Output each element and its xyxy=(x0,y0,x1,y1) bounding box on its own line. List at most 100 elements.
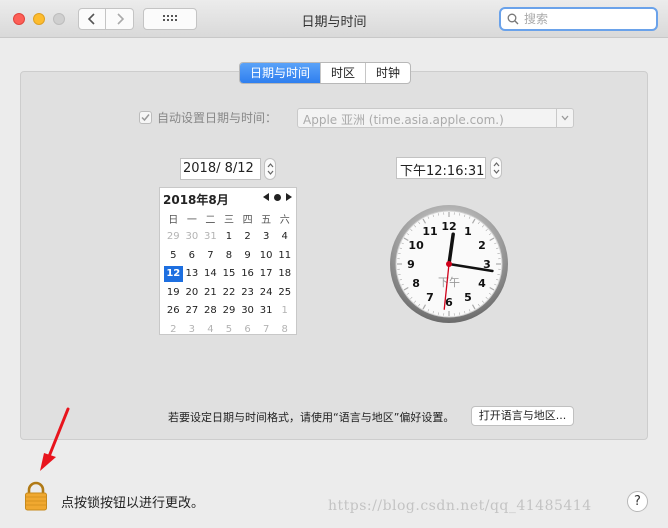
calendar-day[interactable]: 8 xyxy=(275,322,294,338)
calendar-day[interactable]: 28 xyxy=(201,303,220,319)
select-arrow-icon xyxy=(556,109,573,127)
calendar-day[interactable]: 18 xyxy=(275,266,294,282)
zoom-window-button[interactable] xyxy=(53,13,65,25)
search-input[interactable] xyxy=(524,12,644,26)
weekday-label: 一 xyxy=(186,215,197,226)
calendar-day[interactable]: 31 xyxy=(201,229,220,245)
title-bar: 日期与时间 xyxy=(0,0,668,38)
time-field[interactable]: 下午12:16:31 xyxy=(396,157,486,179)
minimize-window-button[interactable] xyxy=(33,13,45,25)
chevron-left-icon xyxy=(87,13,95,25)
clock-number: 7 xyxy=(426,291,434,304)
calendar-day[interactable]: 15 xyxy=(220,266,239,282)
forward-button[interactable] xyxy=(106,8,134,30)
next-month-icon[interactable] xyxy=(286,193,292,201)
calendar-day[interactable]: 23 xyxy=(238,285,257,301)
calendar-day[interactable]: 6 xyxy=(183,248,202,264)
calendar-day[interactable]: 22 xyxy=(220,285,239,301)
time-stepper[interactable] xyxy=(490,157,502,179)
time-server-value: Apple 亚洲 (time.asia.apple.com.) xyxy=(303,113,504,127)
calendar-day[interactable]: 4 xyxy=(201,322,220,338)
calendar-day[interactable]: 5 xyxy=(220,322,239,338)
calendar-day[interactable]: 9 xyxy=(238,248,257,264)
search-box[interactable] xyxy=(499,7,658,31)
calendar-day[interactable]: 2 xyxy=(238,229,257,245)
lock-icon[interactable] xyxy=(24,481,48,511)
calendar-day[interactable]: 14 xyxy=(201,266,220,282)
weekday-label: 六 xyxy=(279,215,290,226)
calendar-day[interactable]: 8 xyxy=(220,248,239,264)
auto-set-row: 自动设置日期与时间： xyxy=(139,109,277,126)
calendar-day[interactable]: 12 xyxy=(164,266,183,282)
date-field[interactable]: 2018/ 8/12 xyxy=(180,158,261,180)
calendar-day[interactable]: 30 xyxy=(238,303,257,319)
tab-bar: 日期与时间 时区 时钟 xyxy=(239,62,412,84)
tab-clock[interactable]: 时钟 xyxy=(365,63,410,83)
calendar-day[interactable]: 13 xyxy=(183,266,202,282)
date-stepper[interactable] xyxy=(264,158,276,180)
chevron-right-icon xyxy=(116,13,124,25)
calendar-day[interactable]: 30 xyxy=(183,229,202,245)
back-button[interactable] xyxy=(78,8,106,30)
calendar-day[interactable]: 1 xyxy=(275,303,294,319)
calendar-day[interactable]: 27 xyxy=(183,303,202,319)
calendar-day[interactable]: 1 xyxy=(220,229,239,245)
calendar-day[interactable]: 29 xyxy=(220,303,239,319)
calendar-day[interactable]: 7 xyxy=(201,248,220,264)
calendar-day[interactable]: 19 xyxy=(164,285,183,301)
clock-number: 10 xyxy=(408,239,424,252)
search-icon xyxy=(507,13,519,25)
previous-month-icon[interactable] xyxy=(263,193,269,201)
calendar-day[interactable]: 3 xyxy=(257,229,276,245)
calendar-day[interactable]: 24 xyxy=(257,285,276,301)
clock-number: 12 xyxy=(441,220,456,233)
calendar-day[interactable]: 7 xyxy=(257,322,276,338)
auto-set-label: 自动设置日期与时间： xyxy=(157,111,278,125)
clock-number: 5 xyxy=(464,291,472,304)
weekday-label: 五 xyxy=(261,215,272,226)
clock-number: 11 xyxy=(422,225,437,238)
tab-time-zone[interactable]: 时区 xyxy=(320,63,365,83)
tab-date-time[interactable]: 日期与时间 xyxy=(240,63,321,83)
calendar-day[interactable]: 2 xyxy=(164,322,183,338)
calendar-weekdays: 日一二三四五六 xyxy=(164,211,294,226)
clock-number: 6 xyxy=(445,296,453,309)
checkmark-icon xyxy=(141,114,150,122)
annotation-arrow-icon xyxy=(40,407,70,471)
clock-center-pin xyxy=(446,261,452,267)
stepper-arrows-icon xyxy=(493,162,499,174)
show-all-button[interactable] xyxy=(143,8,197,30)
calendar-day[interactable]: 26 xyxy=(164,303,183,319)
clock-number: 4 xyxy=(478,277,486,290)
clock-number: 1 xyxy=(464,225,472,238)
analog-clock: 12 1234567891011 下午 xyxy=(390,205,508,323)
calendar-day[interactable]: 11 xyxy=(275,248,294,264)
clock-number: 9 xyxy=(407,258,415,271)
calendar-day[interactable]: 25 xyxy=(275,285,294,301)
grid-icon xyxy=(163,15,177,21)
calendar-day[interactable]: 4 xyxy=(275,229,294,245)
time-server-select[interactable]: Apple 亚洲 (time.asia.apple.com.) xyxy=(297,108,574,128)
calendar-day[interactable]: 5 xyxy=(164,248,183,264)
calendar-day[interactable]: 21 xyxy=(201,285,220,301)
clock-number: 8 xyxy=(412,277,420,290)
calendar-day[interactable]: 20 xyxy=(183,285,202,301)
help-button[interactable]: ? xyxy=(627,491,648,512)
open-language-region-button[interactable]: 打开语言与地区... xyxy=(471,406,574,426)
today-dot-icon[interactable] xyxy=(274,193,281,201)
auto-set-checkbox[interactable] xyxy=(139,111,152,124)
weekday-label: 日 xyxy=(168,215,179,226)
calendar-day[interactable]: 3 xyxy=(183,322,202,338)
calendar-day[interactable]: 31 xyxy=(257,303,276,319)
calendar-day[interactable]: 10 xyxy=(257,248,276,264)
close-window-button[interactable] xyxy=(13,13,25,25)
calendar-day[interactable]: 6 xyxy=(238,322,257,338)
stepper-arrows-icon xyxy=(267,163,273,175)
weekday-label: 四 xyxy=(242,215,253,226)
calendar-day[interactable]: 29 xyxy=(164,229,183,245)
calendar-month-title: 2018年8月 xyxy=(163,193,229,207)
calendar-day[interactable]: 17 xyxy=(257,266,276,282)
lock-hint-text: 点按锁按钮以进行更改。 xyxy=(61,496,205,511)
calendar-days: 29 30 31 1 2 3 4 5 6 7 8 9 10 11 12 13 14 15 16 17 18 19 20 21 2… xyxy=(164,228,294,339)
calendar-day[interactable]: 16 xyxy=(238,266,257,282)
